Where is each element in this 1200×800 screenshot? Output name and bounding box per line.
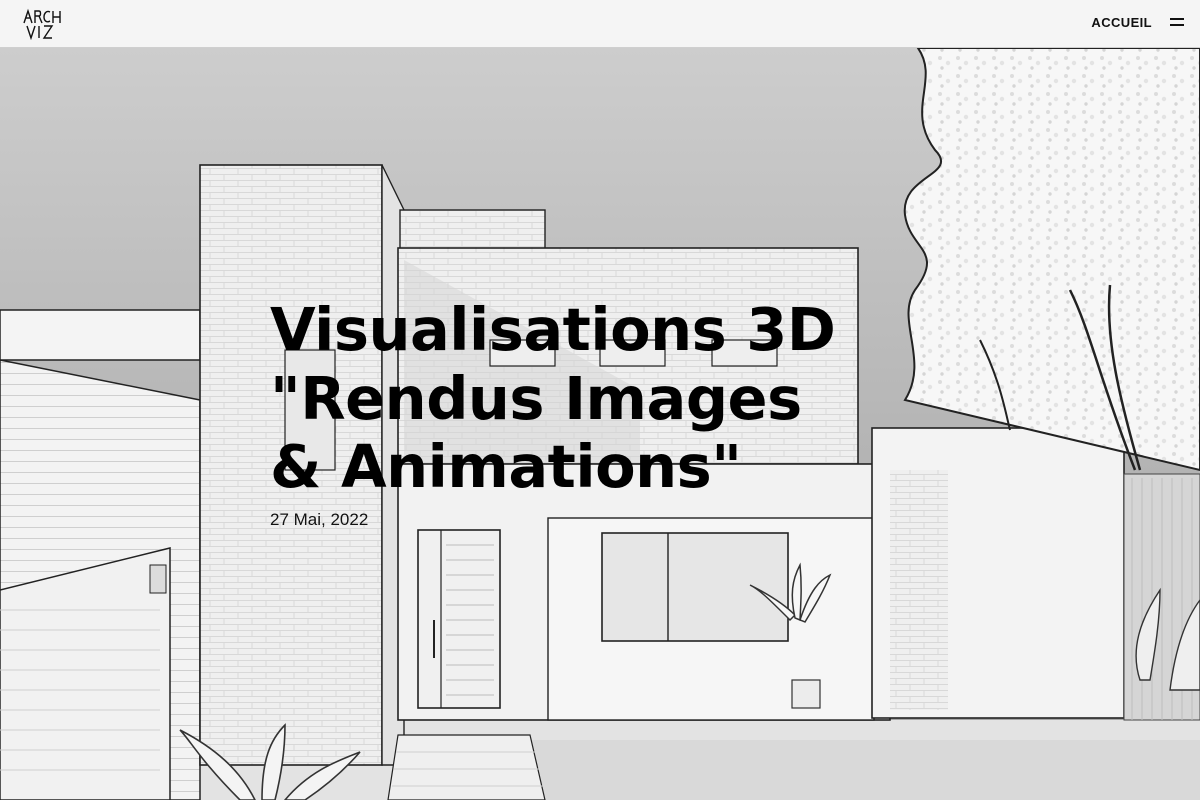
archviz-logo[interactable]	[22, 8, 62, 40]
page-title: Visualisations 3D "Rendus Images & Anima…	[270, 295, 920, 502]
hamburger-icon[interactable]	[1170, 17, 1184, 27]
page: ACCUEIL Visualisations 3D "Rendus Images…	[0, 0, 1200, 800]
publish-date: 27 Mai, 2022	[270, 510, 369, 530]
title-line-1: Visualisations 3D	[270, 295, 836, 364]
site-header: ACCUEIL	[0, 0, 1200, 48]
title-line-2: "Rendus Images	[270, 363, 802, 433]
title-line-3: & Animations"	[270, 432, 742, 502]
nav-link-accueil[interactable]: ACCUEIL	[1091, 15, 1152, 30]
article-header: Visualisations 3D "Rendus Images & Anima…	[270, 295, 920, 530]
